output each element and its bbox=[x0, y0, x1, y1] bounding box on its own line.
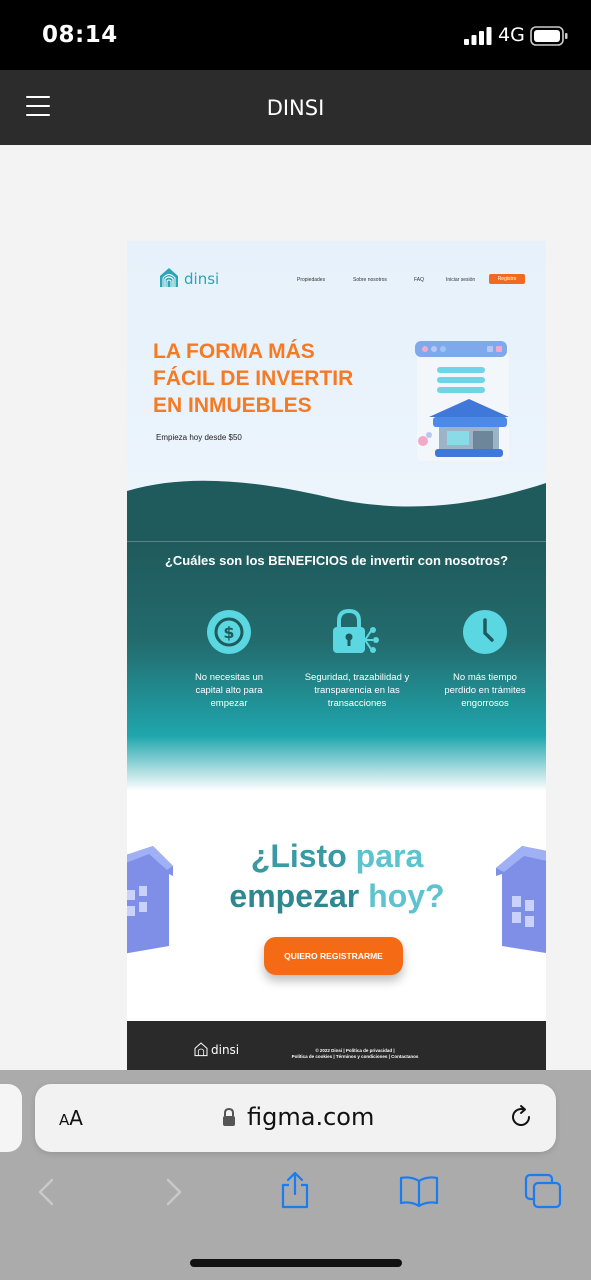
hero-subtitle: Empieza hoy desde $50 bbox=[156, 433, 242, 442]
svg-text:$: $ bbox=[223, 623, 234, 642]
status-bar: 08:14 4G bbox=[0, 0, 591, 70]
house-illustration-icon bbox=[127, 846, 173, 954]
register-cta-button[interactable]: QUIERO REGISTRARME bbox=[264, 937, 403, 975]
cta-title-part: ¿Listo bbox=[250, 838, 356, 874]
benefits-title: ¿Cuáles son los BENEFICIOS de invertir c… bbox=[164, 553, 509, 568]
hero-title: LA FORMA MÁS FÁCIL DE INVERTIR EN INMUEB… bbox=[153, 338, 403, 419]
share-icon[interactable] bbox=[279, 1170, 311, 1210]
nav-link-sobre-nosotros[interactable]: Sobre nosotros bbox=[353, 277, 387, 283]
nav-link-iniciar-sesion[interactable]: Iniciar sesión bbox=[446, 277, 475, 283]
reload-icon[interactable] bbox=[508, 1104, 534, 1130]
benefit-text-line: engorrosos bbox=[461, 698, 509, 709]
nav-link-faq[interactable]: FAQ bbox=[414, 277, 424, 283]
previous-tab-edge[interactable] bbox=[0, 1084, 22, 1152]
house-logo-icon bbox=[194, 1042, 208, 1057]
prototype-frame: dinsi Propiedades Sobre nosotros FAQ Ini… bbox=[127, 241, 546, 1070]
forward-icon[interactable] bbox=[164, 1178, 184, 1206]
house-logo-icon bbox=[160, 268, 178, 287]
benefit-item: $ No necesitas un capital alto para empe… bbox=[164, 609, 294, 710]
footer-logo-text: dinsi bbox=[211, 1043, 240, 1057]
benefits-divider bbox=[127, 541, 546, 542]
benefit-text: No necesitas un capital alto para empeza… bbox=[164, 671, 294, 710]
battery-icon bbox=[530, 26, 568, 46]
cta-title: ¿Listo para empezar hoy? bbox=[187, 836, 487, 916]
benefit-text-line: transparencia en las bbox=[314, 685, 400, 696]
cta-title-part: empezar bbox=[229, 878, 369, 914]
benefit-item: No más tiempo perdido en trámites engorr… bbox=[420, 609, 546, 710]
site-logo-text: dinsi bbox=[184, 270, 220, 288]
cta-title-part: hoy? bbox=[368, 878, 445, 914]
back-icon[interactable] bbox=[36, 1178, 56, 1206]
text-size-button[interactable]: AA bbox=[59, 1106, 83, 1130]
nav-link-propiedades[interactable]: Propiedades bbox=[297, 277, 325, 283]
benefit-text-line: empezar bbox=[210, 698, 248, 709]
footer-logo[interactable]: dinsi bbox=[193, 1041, 253, 1061]
benefits-section: ¿Cuáles son los BENEFICIOS de invertir c… bbox=[127, 541, 546, 791]
cellular-signal-icon bbox=[464, 27, 492, 45]
tabs-icon[interactable] bbox=[524, 1173, 562, 1209]
benefit-item: Seguridad, trazabilidad y transparencia … bbox=[292, 609, 422, 710]
benefit-text: Seguridad, trazabilidad y transparencia … bbox=[292, 671, 422, 710]
benefit-text: No más tiempo perdido en trámites engorr… bbox=[420, 671, 546, 710]
prototype-title: DINSI bbox=[266, 96, 325, 120]
bookmarks-icon[interactable] bbox=[399, 1175, 439, 1207]
bank-browser-illustration-icon bbox=[415, 341, 509, 461]
house-illustration-icon bbox=[496, 846, 546, 954]
url-text[interactable]: figma.com bbox=[247, 1103, 374, 1131]
network-type: 4G bbox=[498, 24, 525, 46]
benefit-text-line: No necesitas un bbox=[194, 672, 264, 683]
benefit-text-line: capital alto para bbox=[195, 685, 263, 696]
benefit-text-line: No más tiempo bbox=[453, 672, 517, 683]
lock-icon bbox=[223, 1107, 235, 1126]
footer-legal-links[interactable]: Política de cookies | Términos y condici… bbox=[275, 1054, 435, 1059]
benefit-text-line: Seguridad, trazabilidad y bbox=[304, 672, 410, 683]
benefit-text-line: transacciones bbox=[327, 698, 387, 709]
cta-section: ¿Listo para empezar hoy? QUIERO REGISTRA… bbox=[127, 791, 546, 1021]
status-time: 08:14 bbox=[42, 22, 118, 48]
cta-title-part: para bbox=[355, 838, 424, 874]
hero-title-line: FÁCIL DE INVERTIR bbox=[153, 367, 354, 390]
benefit-text-line: perdido en trámites bbox=[444, 685, 526, 696]
site-footer: dinsi © 2022 Dinsi | Política de privaci… bbox=[127, 1021, 546, 1070]
site-logo[interactable]: dinsi bbox=[157, 265, 247, 293]
nav-register-button[interactable]: Registro bbox=[489, 274, 525, 284]
hero-title-line: LA FORMA MÁS bbox=[153, 340, 315, 363]
lock-network-icon bbox=[333, 609, 379, 653]
footer-legal-links[interactable]: © 2022 Dinsi | Política de privacidad | bbox=[275, 1048, 435, 1053]
home-indicator bbox=[190, 1259, 402, 1267]
clock-icon bbox=[463, 610, 507, 654]
dollar-coin-icon: $ bbox=[207, 610, 251, 654]
hero-title-line: EN INMUEBLES bbox=[153, 394, 312, 417]
